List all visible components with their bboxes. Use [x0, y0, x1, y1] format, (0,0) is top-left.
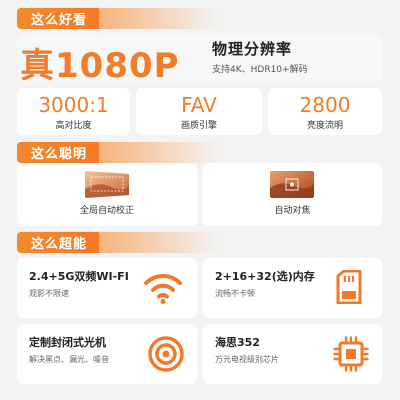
resolution-headline: 真1080P	[20, 46, 180, 86]
stat-label: 画质引擎	[180, 121, 217, 131]
spec-card-optics: 定制封闭式光机 解决黑点、漏光、噪音	[17, 324, 197, 384]
section-title: 这么好看	[17, 8, 100, 29]
stat-value: 2800	[299, 93, 351, 117]
stat-value: 3000:1	[38, 93, 109, 117]
stat-label: 高对比度	[55, 121, 92, 131]
section-title: 这么聪明	[17, 142, 100, 163]
hero-subtitle: 支持4K、HDR10+解码	[212, 65, 308, 75]
feature-label: 自动对焦	[274, 206, 311, 216]
sd-card-icon	[336, 269, 362, 308]
section-banner-smart: 这么聪明	[17, 142, 220, 163]
section-banner-look: 这么好看	[17, 8, 220, 29]
spec-title: 2+16+32(选)内存	[215, 270, 315, 283]
section-banner-powerful: 这么超能	[17, 232, 220, 253]
chip-icon	[333, 336, 369, 376]
keystone-correction-thumbnail	[85, 171, 129, 198]
lens-icon	[147, 335, 185, 377]
wifi-icon	[143, 271, 183, 309]
spec-title: 定制封闭式光机	[29, 336, 106, 349]
stat-value: FAV	[181, 93, 217, 117]
spec-subtitle: 解决黑点、漏光、噪音	[29, 355, 109, 364]
section-title: 这么超能	[17, 232, 100, 253]
stat-card-brightness: 2800 亮度流明	[268, 88, 382, 135]
spec-subtitle: 万元电视级别芯片	[215, 355, 279, 364]
spec-card-chip: 海思352 万元电视级别芯片	[203, 324, 382, 384]
stat-card-engine: FAV 画质引擎	[136, 88, 262, 135]
spec-title: 海思352	[215, 336, 260, 349]
stat-card-contrast: 3000:1 高对比度	[17, 88, 130, 135]
feature-card-autofocus: 自动对焦	[203, 163, 382, 226]
hero-title: 物理分辨率	[212, 40, 293, 58]
stat-label: 亮度流明	[306, 121, 343, 131]
feature-card-keystone: 全局自动校正	[17, 163, 197, 226]
spec-subtitle: 流畅不卡顿	[215, 289, 255, 298]
spec-subtitle: 观影不限速	[29, 289, 69, 298]
feature-label: 全局自动校正	[79, 206, 134, 216]
spec-title: 2.4+5G双频WI-FI	[29, 270, 129, 283]
autofocus-thumbnail	[270, 171, 314, 198]
spec-card-wifi: 2.4+5G双频WI-FI 观影不限速	[17, 258, 197, 318]
spec-card-memory: 2+16+32(选)内存 流畅不卡顿	[203, 258, 382, 318]
